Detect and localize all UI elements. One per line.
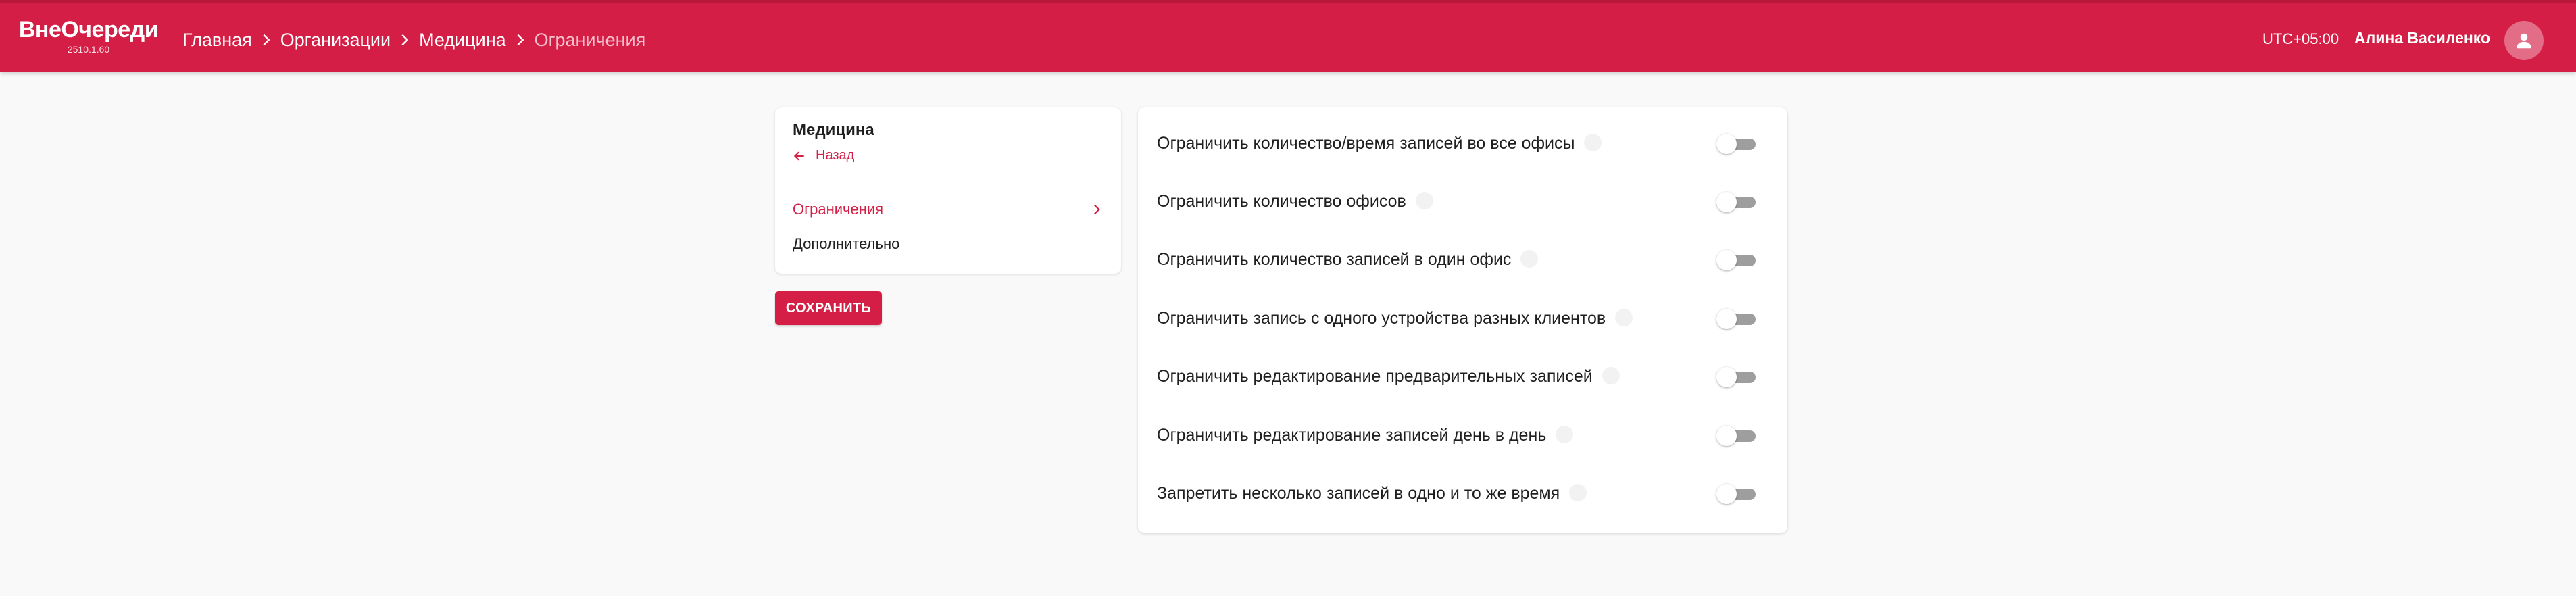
logo[interactable]: ВнеОчереди 2510.1.60 bbox=[18, 16, 159, 55]
info-icon[interactable] bbox=[1569, 484, 1587, 502]
setting-row: Ограничить количество записей в один офи… bbox=[1138, 239, 1787, 280]
breadcrumb-organizations[interactable]: Организации bbox=[280, 30, 391, 51]
breadcrumb: Главная Организации Медицина Ограничения bbox=[182, 28, 645, 52]
toggle-thumb bbox=[1716, 426, 1737, 446]
back-link[interactable]: Назад bbox=[793, 148, 854, 164]
breadcrumb-current: Ограничения bbox=[534, 29, 646, 50]
setting-text: Ограничить редактирование записей день в… bbox=[1157, 426, 1547, 445]
logo-name: ВнеОчереди bbox=[18, 17, 159, 43]
setting-label: Ограничить редактирование предварительны… bbox=[1157, 367, 1620, 387]
setting-toggle[interactable] bbox=[1716, 191, 1757, 212]
setting-toggle[interactable] bbox=[1716, 366, 1757, 387]
chevron-right-icon bbox=[506, 32, 535, 47]
setting-toggle[interactable] bbox=[1716, 249, 1757, 270]
setting-label: Ограничить запись с одного устройства ра… bbox=[1157, 309, 1633, 328]
top-bar: ВнеОчереди 2510.1.60 Главная Организации… bbox=[0, 0, 2576, 72]
toggle-thumb bbox=[1716, 367, 1737, 387]
setting-label: Ограничить количество/время записей во в… bbox=[1157, 134, 1602, 153]
info-icon[interactable] bbox=[1520, 250, 1539, 268]
setting-text: Ограничить количество/время записей во в… bbox=[1157, 134, 1575, 153]
user-icon bbox=[2517, 33, 2531, 49]
breadcrumb-organization[interactable]: Медицина bbox=[419, 30, 506, 51]
setting-row: Ограничить редактирование записей день в… bbox=[1138, 415, 1787, 455]
chevron-right-icon bbox=[391, 32, 419, 47]
breadcrumb-home[interactable]: Главная bbox=[182, 30, 252, 51]
setting-label: Ограничить редактирование записей день в… bbox=[1157, 426, 1574, 445]
timezone-label: UTC+05:00 bbox=[2262, 30, 2339, 47]
arrow-left-icon bbox=[793, 151, 804, 161]
setting-row: Ограничить количество/время записей во в… bbox=[1138, 123, 1787, 164]
chevron-right-icon bbox=[1093, 204, 1100, 215]
nav-item-label: Дополнительно bbox=[793, 235, 900, 252]
info-icon[interactable] bbox=[1615, 309, 1633, 327]
toggle-thumb bbox=[1716, 309, 1737, 329]
toggle-thumb bbox=[1716, 192, 1737, 212]
setting-row: Запретить несколько записей в одно и то … bbox=[1138, 473, 1787, 514]
avatar[interactable] bbox=[2504, 21, 2544, 60]
setting-text: Запретить несколько записей в одно и то … bbox=[1157, 484, 1560, 503]
chevron-right-icon bbox=[252, 32, 280, 47]
toggle-thumb bbox=[1716, 250, 1737, 270]
setting-toggle[interactable] bbox=[1716, 307, 1757, 329]
setting-text: Ограничить количество записей в один офи… bbox=[1157, 250, 1512, 269]
setting-row: Ограничить количество офисов bbox=[1138, 181, 1787, 222]
setting-toggle[interactable] bbox=[1716, 482, 1757, 504]
settings-nav-card: Медицина Назад Ограничения Дополнительно bbox=[775, 107, 1121, 274]
setting-label: Запретить несколько записей в одно и то … bbox=[1157, 484, 1587, 503]
user-name[interactable]: Алина Василенко bbox=[2354, 29, 2490, 47]
info-icon[interactable] bbox=[1556, 426, 1574, 444]
setting-toggle[interactable] bbox=[1716, 132, 1757, 154]
setting-text: Ограничить редактирование предварительны… bbox=[1157, 367, 1593, 386]
save-button[interactable]: СОХРАНИТЬ bbox=[775, 291, 882, 325]
setting-label: Ограничить количество офисов bbox=[1157, 192, 1433, 212]
setting-text: Ограничить количество офисов bbox=[1157, 192, 1406, 211]
setting-label: Ограничить количество записей в один офи… bbox=[1157, 250, 1539, 270]
restrictions-card: Ограничить количество/время записей во в… bbox=[1138, 107, 1787, 533]
setting-row: Ограничить редактирование предварительны… bbox=[1138, 356, 1787, 397]
back-label: Назад bbox=[816, 148, 855, 163]
nav-item-label: Ограничения bbox=[793, 201, 884, 218]
setting-toggle[interactable] bbox=[1716, 424, 1757, 446]
info-icon[interactable] bbox=[1602, 367, 1620, 385]
toggle-thumb bbox=[1716, 484, 1737, 504]
info-icon[interactable] bbox=[1415, 192, 1433, 210]
setting-text: Ограничить запись с одного устройства ра… bbox=[1157, 309, 1606, 328]
app-version: 2510.1.60 bbox=[67, 44, 110, 55]
info-icon[interactable] bbox=[1584, 134, 1602, 152]
organization-title: Медицина bbox=[793, 121, 874, 139]
toggle-thumb bbox=[1716, 134, 1737, 154]
nav-item-restrictions[interactable]: Ограничения bbox=[793, 201, 1104, 218]
nav-item-additional[interactable]: Дополнительно bbox=[793, 235, 1104, 253]
setting-row: Ограничить запись с одного устройства ра… bbox=[1138, 298, 1787, 339]
